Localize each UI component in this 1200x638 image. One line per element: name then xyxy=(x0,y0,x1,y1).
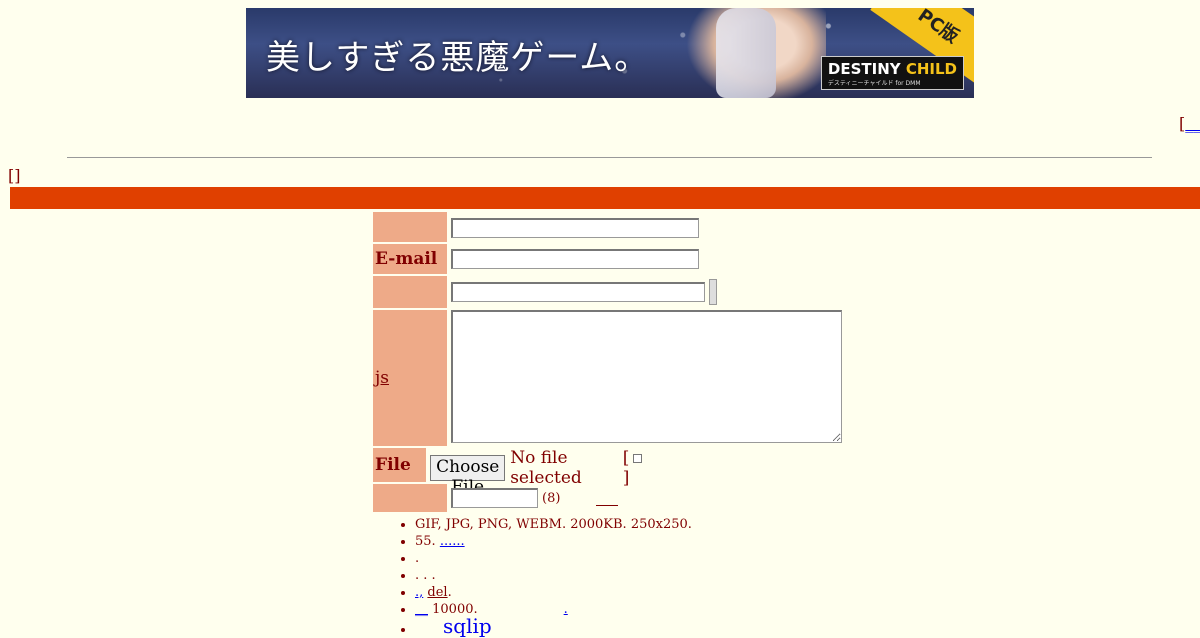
name-label xyxy=(373,212,447,242)
logo-sub: デスティニーチャイルド for DMM xyxy=(827,80,921,87)
subject-input[interactable] xyxy=(451,282,705,302)
list-item: . xyxy=(415,550,692,567)
no-file-checkbox[interactable] xyxy=(633,454,643,463)
notes-list: GIF, JPG, PNG, WEBM. 2000KB. 250x250. 55… xyxy=(373,516,692,638)
trailing-link[interactable]: . xyxy=(564,602,568,617)
form-header-bar xyxy=(10,187,1200,209)
ad-banner[interactable]: 美しすぎる悪魔ゲーム。 PC版 DESTINY CHILD デスティニーチャイル… xyxy=(246,8,974,98)
password-label xyxy=(373,484,447,512)
choose-file-button[interactable]: Choose File xyxy=(430,455,506,497)
password-link[interactable] xyxy=(596,491,619,506)
list-item: . . . xyxy=(415,567,692,584)
password-input[interactable] xyxy=(451,488,538,508)
file-label: File xyxy=(373,448,427,482)
form-row-file: File Choose File No file selected [] xyxy=(373,448,647,497)
bracket-text: [] xyxy=(8,166,21,185)
form-row-email: E-mail xyxy=(373,244,699,274)
submit-button[interactable] xyxy=(709,279,717,305)
file-status: No file selected xyxy=(510,448,582,488)
list-item: GIF, JPG, PNG, WEBM. 2000KB. 250x250. xyxy=(415,516,692,533)
email-input[interactable] xyxy=(451,249,699,269)
form-row-password: (8) xyxy=(373,484,619,512)
subject-label xyxy=(373,276,447,308)
counter-link[interactable]: __ xyxy=(415,602,428,617)
password-hint: (8) xyxy=(542,490,561,506)
comment-label: js xyxy=(373,310,447,446)
email-label: E-mail xyxy=(373,244,447,274)
name-input[interactable] xyxy=(451,218,699,238)
banner-tagline: 美しすぎる悪魔ゲーム。 xyxy=(266,38,650,78)
banner-logo: DESTINY CHILD デスティニーチャイルド for DMM xyxy=(820,56,964,90)
logo-accent: CHILD xyxy=(905,60,957,78)
form-row-comment: js xyxy=(373,310,842,446)
list-item: sqlip xyxy=(415,616,692,638)
logo-main: DESTINY xyxy=(827,60,901,78)
comment-textarea[interactable] xyxy=(451,310,842,443)
sqlip-link[interactable]: sqlip xyxy=(443,614,492,638)
del-link[interactable]: del xyxy=(427,585,447,600)
form-row-name xyxy=(373,212,699,242)
no-file-checkbox-group: [] xyxy=(623,448,647,488)
top-right-link: [__ xyxy=(1179,114,1200,133)
catalog-link[interactable]: ...... xyxy=(440,534,465,549)
divider xyxy=(67,157,1152,158)
return-link[interactable]: __ xyxy=(1185,114,1200,133)
list-item: ., del. xyxy=(415,584,692,601)
list-item: 55. ...... xyxy=(415,533,692,550)
form-row-subject xyxy=(373,276,717,308)
js-link[interactable]: js xyxy=(375,368,389,388)
banner-character-hair xyxy=(716,8,776,98)
info-link[interactable]: ., xyxy=(415,585,423,600)
